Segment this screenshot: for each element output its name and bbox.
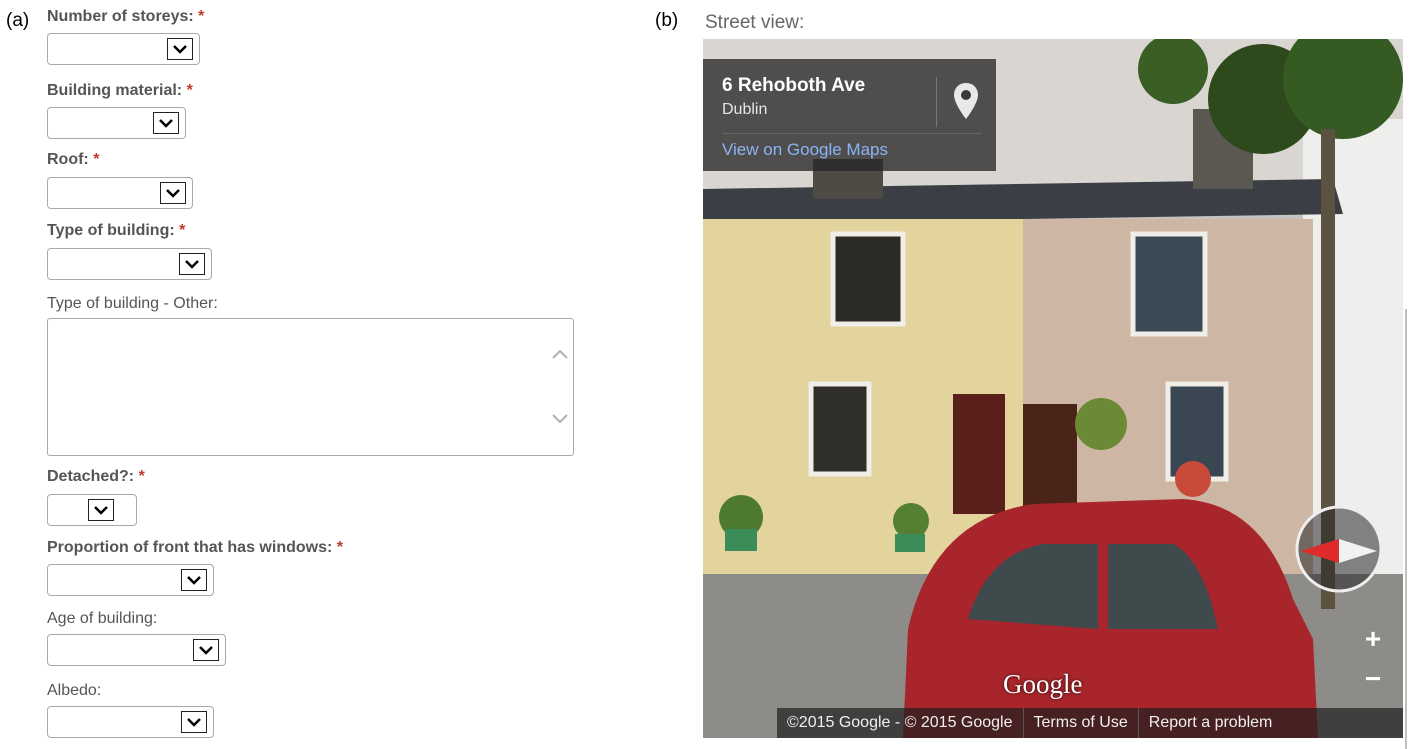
address-city: Dublin — [722, 101, 768, 118]
terms-of-use-link[interactable]: Terms of Use — [1024, 714, 1138, 732]
chevron-down-icon[interactable] — [88, 499, 114, 521]
building-material-select[interactable] — [47, 107, 186, 139]
label-type-of-building-other: Type of building - Other: — [47, 295, 218, 312]
info-divider — [936, 77, 937, 127]
street-view-heading: Street view: — [705, 12, 805, 33]
report-problem-link[interactable]: Report a problem — [1139, 714, 1283, 732]
chevron-down-icon[interactable] — [167, 38, 193, 60]
required-asterisk: * — [93, 151, 100, 168]
zoom-controls: + − — [1353, 619, 1393, 699]
info-rule — [722, 133, 982, 134]
scroll-up-icon[interactable] — [551, 347, 569, 361]
roof-select[interactable] — [47, 177, 193, 209]
google-logo: Google — [1003, 669, 1083, 699]
detached-select[interactable] — [47, 494, 137, 526]
location-info-card: 6 Rehoboth Ave Dublin View on Google Map… — [703, 59, 996, 171]
street-view-scrollbar-edge — [1403, 39, 1412, 749]
label-proportion-windows: Proportion of front that has windows: * — [47, 539, 343, 556]
chevron-down-icon[interactable] — [181, 711, 207, 733]
required-asterisk: * — [186, 82, 193, 99]
label-number-of-storeys: Number of storeys: * — [47, 8, 205, 25]
age-of-building-select[interactable] — [47, 634, 226, 666]
zoom-out-button[interactable]: − — [1353, 659, 1393, 699]
required-asterisk: * — [138, 468, 145, 485]
scroll-down-icon[interactable] — [551, 412, 569, 426]
chevron-down-icon[interactable] — [160, 182, 186, 204]
proportion-windows-select[interactable] — [47, 564, 214, 596]
type-of-building-select[interactable] — [47, 248, 212, 280]
scrollbar-track[interactable] — [1405, 309, 1407, 749]
attribution-bar: ©2015 Google - © 2015 Google Terms of Us… — [777, 708, 1403, 738]
chevron-down-icon[interactable] — [153, 112, 179, 134]
map-pin-icon[interactable] — [951, 81, 981, 121]
label-building-material: Building material: * — [47, 82, 193, 99]
chevron-down-icon[interactable] — [179, 253, 205, 275]
label-albedo: Albedo: — [47, 682, 102, 699]
label-roof: Roof: * — [47, 151, 100, 168]
address-title: 6 Rehoboth Ave — [722, 75, 866, 96]
type-of-building-other-textarea[interactable] — [47, 318, 574, 456]
chevron-down-icon[interactable] — [193, 639, 219, 661]
label-type-of-building: Type of building: * — [47, 222, 186, 239]
label-age-of-building: Age of building: — [47, 610, 158, 627]
required-asterisk: * — [198, 8, 205, 25]
view-on-google-maps-link[interactable]: View on Google Maps — [722, 140, 888, 160]
chevron-down-icon[interactable] — [181, 569, 207, 591]
panel-label-b: (b) — [655, 10, 679, 31]
albedo-select[interactable] — [47, 706, 214, 738]
required-asterisk: * — [179, 222, 186, 239]
required-asterisk: * — [336, 539, 343, 556]
zoom-in-button[interactable]: + — [1353, 619, 1393, 659]
street-view-panorama[interactable]: 6 Rehoboth Ave Dublin View on Google Map… — [703, 39, 1403, 738]
copyright-text: ©2015 Google - © 2015 Google — [787, 714, 1013, 731]
panel-label-a: (a) — [6, 10, 30, 31]
label-detached: Detached?: * — [47, 468, 145, 485]
number-of-storeys-select[interactable] — [47, 33, 200, 65]
